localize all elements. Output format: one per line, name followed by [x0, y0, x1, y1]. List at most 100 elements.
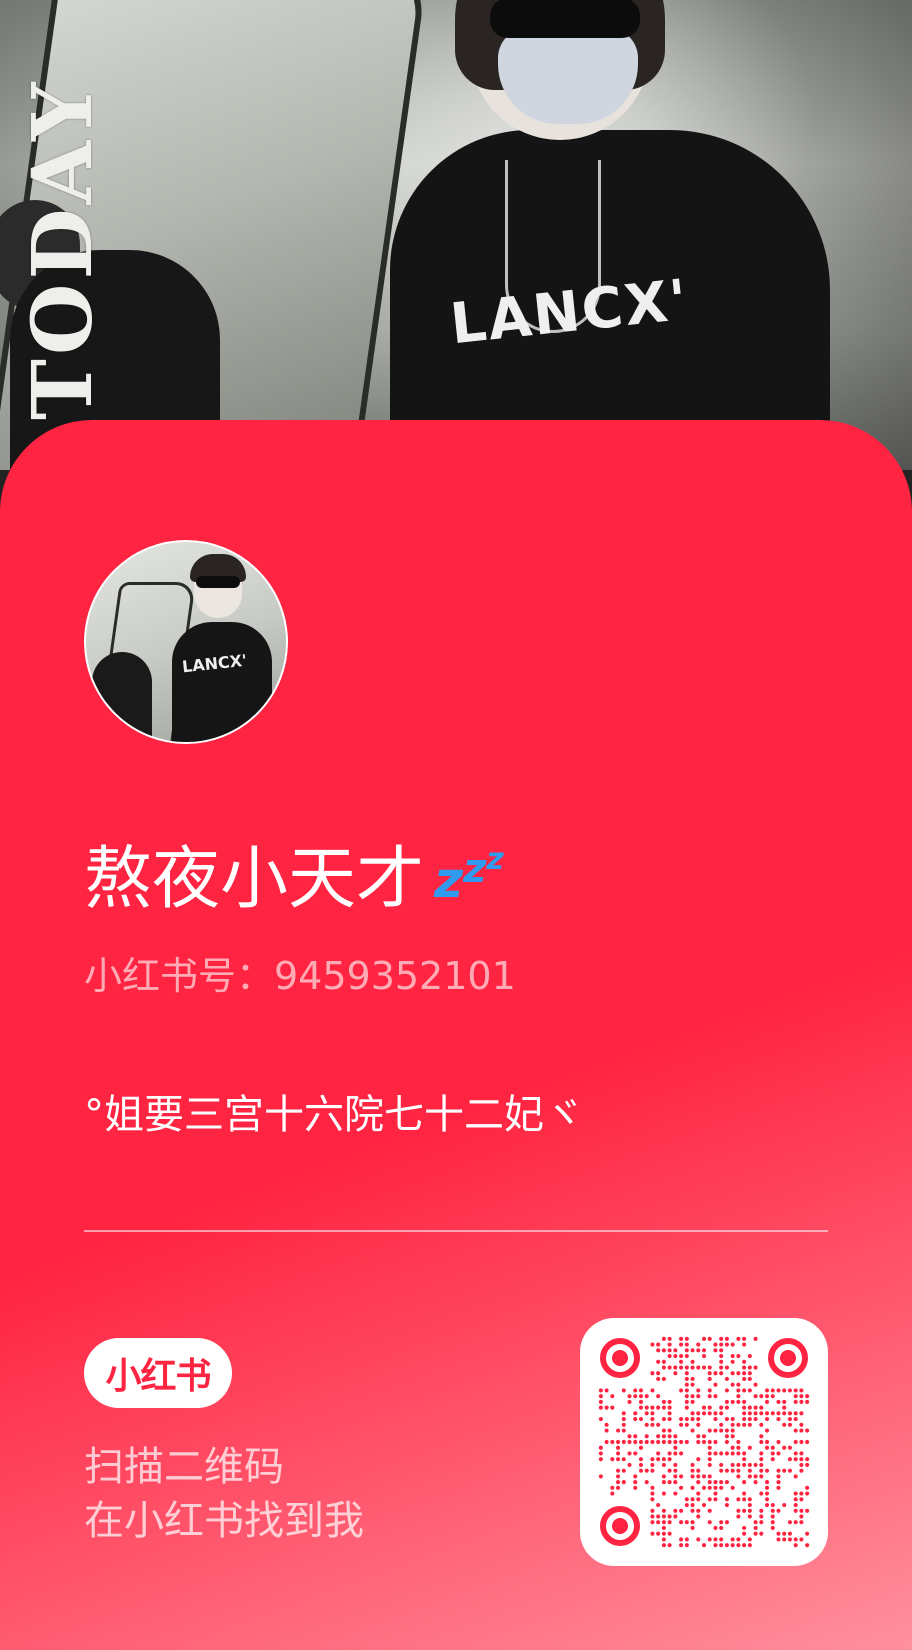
qr-module-dot [753, 1462, 758, 1467]
qr-module-dot [782, 1411, 787, 1416]
qr-module-dot [736, 1508, 741, 1513]
qr-module-dot [684, 1439, 689, 1445]
qr-module-dot [742, 1451, 747, 1456]
qr-module-dot [782, 1399, 787, 1404]
qr-module-dot [701, 1348, 707, 1353]
qr-module-dot [793, 1543, 798, 1548]
qr-module-dot [650, 1491, 655, 1496]
qr-module-dot [627, 1462, 632, 1467]
qr-module-dot [793, 1417, 798, 1422]
qr-module-dot [701, 1405, 707, 1410]
qr-module-dot [719, 1411, 724, 1416]
qr-module-dot [724, 1502, 729, 1508]
qr-module-dot [650, 1457, 655, 1462]
qr-module-dot [759, 1462, 764, 1467]
qr-module-dot [776, 1468, 781, 1473]
qr-module-dot [753, 1531, 758, 1536]
qr-module-dot [793, 1428, 798, 1433]
qr-module-dot [764, 1480, 770, 1485]
qr-module-dot [736, 1451, 741, 1456]
qr-module-dot [661, 1543, 666, 1548]
qr-module-dot [719, 1359, 724, 1364]
qr-module-dot [730, 1485, 735, 1490]
qr-module-dot [690, 1520, 695, 1525]
qr-module-dot [633, 1485, 638, 1490]
qr-module-dot [684, 1417, 689, 1422]
qr-module-dot [713, 1537, 718, 1542]
qr-module-dot [736, 1474, 741, 1479]
qr-module-dot [707, 1520, 712, 1525]
qr-module-dot [673, 1439, 678, 1445]
qr-module-dot [747, 1422, 752, 1427]
qr-module-dot [707, 1537, 712, 1542]
qr-module-dot [793, 1537, 798, 1542]
qr-module-dot [679, 1336, 684, 1341]
qr-module-dot [719, 1365, 724, 1370]
qr-module-dot [696, 1474, 701, 1479]
qr-finder-dot [612, 1518, 628, 1534]
qr-module-dot [656, 1376, 661, 1382]
qr-module-dot [679, 1422, 684, 1427]
qr-module-dot [673, 1371, 678, 1376]
qr-module-dot [673, 1468, 678, 1473]
qr-module-dot [661, 1439, 666, 1445]
qr-module-dot [690, 1382, 695, 1387]
scan-hint-line-2: 在小红书找到我 [84, 1498, 364, 1544]
qr-module-dot [696, 1480, 701, 1485]
qr-module-dot [764, 1497, 770, 1502]
qr-module-dot [604, 1388, 609, 1393]
qr-module-dot [764, 1468, 770, 1473]
qr-module-dot [753, 1525, 758, 1531]
qr-module-dot [787, 1537, 793, 1542]
qr-module-dot [638, 1439, 644, 1445]
qr-module-dot [701, 1336, 707, 1341]
qr-module-dot [776, 1537, 781, 1542]
qr-module-dot [673, 1451, 678, 1456]
qr-module-dot [638, 1399, 644, 1404]
qr-module-dot [615, 1428, 621, 1433]
qr-module-dot [621, 1428, 626, 1433]
qr-code[interactable] [580, 1318, 828, 1566]
qr-module-dot [782, 1422, 787, 1427]
qr-module-dot [667, 1348, 672, 1353]
qr-module-dot [724, 1451, 729, 1456]
qr-module-dot [730, 1537, 735, 1542]
qr-module-dot [719, 1405, 724, 1410]
qr-module-dot [701, 1434, 707, 1439]
qr-module-dot [650, 1531, 655, 1536]
qr-module-dot [776, 1508, 781, 1513]
qr-module-dot [610, 1491, 615, 1496]
qr-module-dot [724, 1520, 729, 1525]
qr-module-dot [656, 1457, 661, 1462]
qr-module-dot [770, 1388, 775, 1393]
qr-module-dot [696, 1342, 701, 1347]
qr-module-dot [730, 1417, 735, 1422]
qr-module-dot [679, 1508, 684, 1513]
qr-module-dot [747, 1497, 752, 1502]
qr-module-dot [736, 1394, 741, 1399]
qr-module-dot [661, 1520, 666, 1525]
qr-module-dot [799, 1491, 804, 1496]
avatar[interactable]: LANCX' [84, 540, 288, 744]
qr-module-dot [719, 1485, 724, 1490]
qr-module-dot [644, 1422, 649, 1427]
qr-module-dot [650, 1508, 655, 1513]
qr-module-dot [747, 1462, 752, 1467]
zzz-letter: z [486, 842, 504, 877]
qr-module-dot [719, 1422, 724, 1427]
qr-module-dot [747, 1411, 752, 1416]
qr-module-dot [650, 1485, 655, 1490]
qr-module-dot [707, 1365, 712, 1370]
qr-module-dot [799, 1411, 804, 1416]
qr-module-dot [667, 1411, 672, 1416]
qr-module-dot [661, 1405, 666, 1410]
qr-module-dot [707, 1485, 712, 1490]
qr-module-dot [690, 1497, 695, 1502]
qr-module-dot [667, 1405, 672, 1410]
qr-module-dot [753, 1411, 758, 1416]
qr-module-dot [610, 1457, 615, 1462]
qr-module-dot [696, 1537, 701, 1542]
qr-module-dot [770, 1520, 775, 1525]
qr-module-dot [753, 1520, 758, 1525]
qr-module-dot [776, 1417, 781, 1422]
